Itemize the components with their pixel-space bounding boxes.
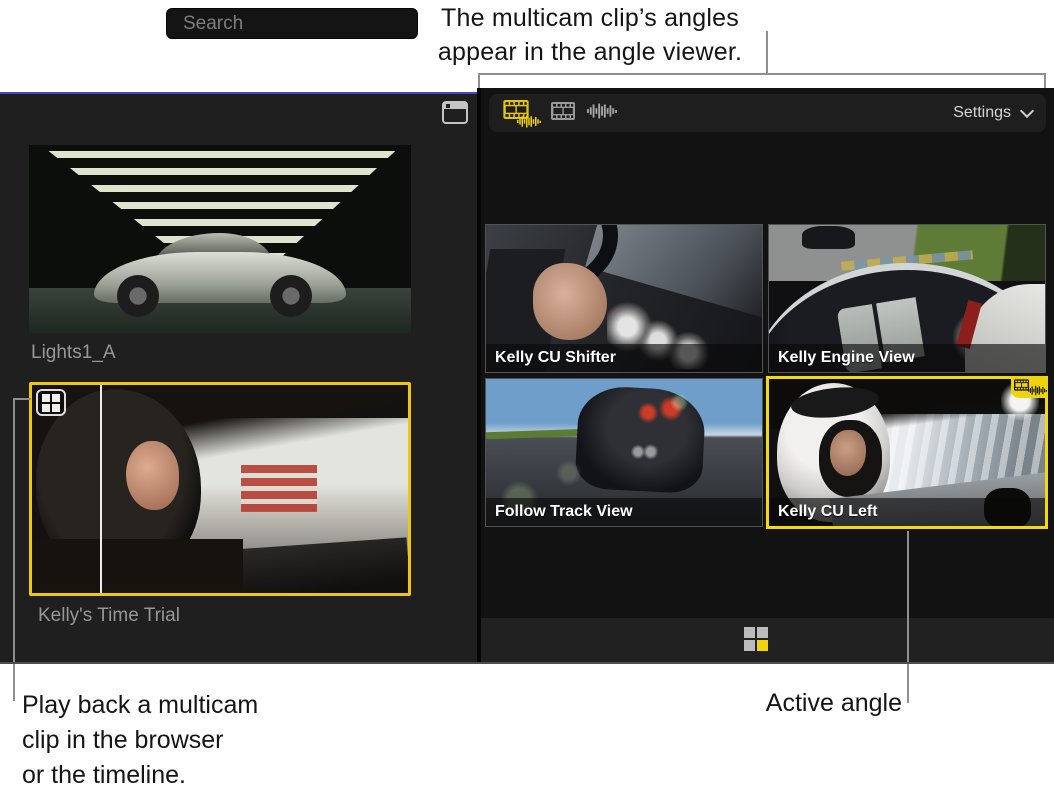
angle-tile-kelly-cu-shifter[interactable]: Kelly CU Shifter	[486, 225, 762, 372]
skimmer-playhead[interactable]	[100, 385, 102, 593]
top-annotation-line2: appear in the angle viewer.	[340, 35, 840, 69]
audio-only-switch-icon[interactable]	[587, 103, 617, 124]
grid-square	[744, 627, 755, 638]
callout-line-multicam-vertical	[13, 398, 15, 701]
following-car-shape	[802, 226, 854, 248]
callout-line-top-feeder	[766, 31, 768, 74]
angle-viewer-footer	[481, 618, 1054, 662]
settings-label: Settings	[953, 104, 1011, 122]
badge-square	[52, 404, 60, 412]
bottom-left-annotation: Play back a multicam clip in the browser…	[22, 688, 258, 793]
active-angle-annotation: Active angle	[702, 689, 902, 718]
callout-line-bracket-right-stub	[1044, 74, 1046, 89]
clip-name-label: Lights1_A	[31, 342, 116, 364]
bottom-left-annotation-line2: clip in the browser	[22, 723, 258, 758]
angle-tile-kelly-cu-left-active[interactable]: Kelly CU Left	[766, 376, 1048, 529]
car-wheel-shape	[117, 275, 159, 317]
clip-thumbnail-lights1a[interactable]	[29, 145, 411, 333]
driver-face-shape	[126, 441, 179, 510]
callout-line-multicam-horizontal	[13, 398, 31, 400]
callout-line-active-angle	[907, 531, 909, 703]
window-dot-shape	[446, 104, 450, 108]
angle-viewer-toolbar: Settings	[489, 94, 1046, 132]
badge-square	[42, 394, 50, 402]
bottom-left-annotation-line3: or the timeline.	[22, 758, 258, 793]
bottom-left-annotation-line1: Play back a multicam	[22, 688, 258, 723]
panel-bottom-border	[0, 662, 1054, 664]
angle-label: Follow Track View	[486, 498, 762, 526]
badge-square	[52, 394, 60, 402]
badge-square	[42, 404, 50, 412]
angle-viewer-panel: Settings Kelly CU Shifter	[481, 88, 1054, 664]
settings-dropdown[interactable]: Settings	[953, 104, 1032, 122]
driver-suit-shape	[32, 539, 243, 593]
car-wheel-shape	[270, 275, 312, 317]
display-mode-buttons	[503, 100, 617, 126]
search-field[interactable]	[166, 8, 418, 39]
grid-square	[757, 627, 768, 638]
browser-display-toggle-icon[interactable]	[442, 101, 468, 124]
angle-tile-kelly-engine-view[interactable]: Kelly Engine View	[769, 225, 1045, 372]
angle-label: Kelly CU Left	[769, 498, 1045, 526]
video-audio-active-badge-icon	[1011, 376, 1048, 398]
callout-line-top-bracket	[478, 73, 1046, 75]
angle-label: Kelly Engine View	[769, 344, 1045, 372]
grid-square-active	[757, 640, 768, 651]
video-only-switch-icon[interactable]	[551, 102, 575, 125]
clip-thumbnail-kellys-time-trial[interactable]	[29, 382, 411, 596]
callout-line-bracket-left-stub	[478, 74, 480, 89]
clip-name-label: Kelly's Time Trial	[38, 605, 180, 627]
driver-face-shape	[830, 430, 866, 476]
angle-label: Kelly CU Shifter	[486, 344, 762, 372]
video-and-audio-switch-icon[interactable]	[503, 100, 539, 126]
angle-grid-display-icon[interactable]	[744, 627, 768, 651]
grid-square	[744, 640, 755, 651]
multicam-grid-badge-icon	[36, 389, 66, 416]
angle-tile-follow-track-view[interactable]: Follow Track View	[486, 379, 762, 526]
final-cut-pro-screenshot: The multicam clip’s angles appear in the…	[0, 0, 1054, 804]
search-input[interactable]	[181, 12, 430, 36]
chevron-down-icon	[1020, 104, 1034, 118]
